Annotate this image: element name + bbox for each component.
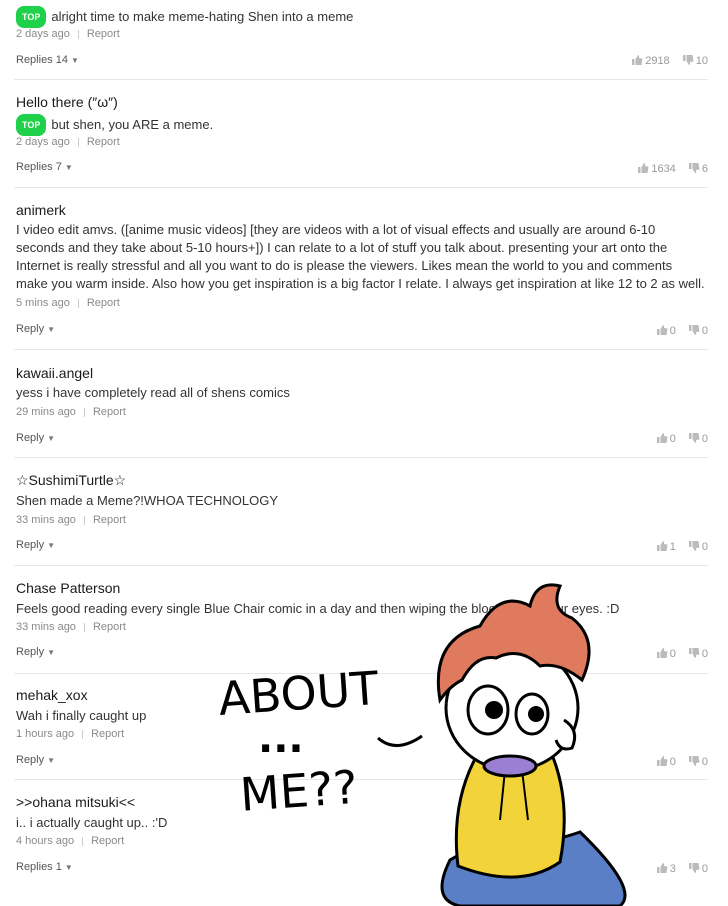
- character-pupil-right: [528, 706, 544, 722]
- replies-button[interactable]: Replies 14 ▼: [16, 54, 79, 66]
- comment-meta: 33 mins ago Report: [16, 621, 126, 633]
- doodle-text-dots: ...: [258, 716, 304, 762]
- chevron-down-icon: ▼: [47, 541, 56, 550]
- reply-button[interactable]: Reply ▼: [16, 646, 55, 658]
- comment-1: TOP alright time to make meme-hating Shen…: [0, 0, 728, 80]
- comment-meta: 4 hours ago Report: [16, 835, 124, 847]
- comment-author[interactable]: animerk: [16, 202, 66, 218]
- comment-time: 1 hours ago: [16, 728, 75, 740]
- votes: 1 0: [647, 541, 708, 553]
- comment-time: 2 days ago: [16, 28, 70, 40]
- report-link[interactable]: Report: [87, 136, 120, 148]
- comment-2: Hello there (″ω″) TOP but shen, you ARE a…: [0, 80, 728, 188]
- comment-text: Shen made a Meme?!WHOA TECHNOLOGY: [16, 493, 279, 508]
- thumbs-down-icon: [682, 55, 694, 65]
- thumbs-down-icon: [688, 541, 700, 551]
- comment-time: 29 mins ago: [16, 406, 76, 418]
- replies-button[interactable]: Replies 1 ▼: [16, 861, 73, 873]
- chevron-down-icon: ▼: [47, 756, 56, 765]
- votes: 1634 6: [628, 163, 708, 175]
- comment-author[interactable]: Chase Patterson: [16, 580, 120, 596]
- comment-author[interactable]: >>ohana mitsuki<<: [16, 794, 135, 810]
- reply-button[interactable]: Reply ▼: [16, 432, 55, 444]
- reply-button[interactable]: Reply ▼: [16, 539, 55, 551]
- top-badge: TOP: [16, 114, 47, 136]
- votes: 0 0: [647, 325, 708, 337]
- dislike-button[interactable]: 0: [688, 541, 708, 553]
- dislike-button[interactable]: 0: [688, 433, 708, 445]
- comment-time: 33 mins ago: [16, 621, 76, 633]
- votes: 2918 10: [622, 55, 708, 67]
- thumbs-down-icon: [688, 433, 700, 443]
- comment-author[interactable]: mehak_xox: [16, 687, 88, 703]
- report-link[interactable]: Report: [87, 28, 120, 40]
- comment-time: 33 mins ago: [16, 514, 76, 526]
- thumbs-up-icon: [656, 541, 668, 551]
- votes: 0 0: [647, 433, 708, 445]
- comment-meta: 33 mins ago Report: [16, 514, 126, 526]
- comment-time: 2 days ago: [16, 136, 70, 148]
- like-button[interactable]: 1: [656, 541, 676, 553]
- comment-3: animerk I video edit amvs. ([anime music…: [0, 188, 728, 350]
- comment-meta: 1 hours ago Report: [16, 728, 124, 740]
- doodle-text-me: ME??: [238, 760, 359, 822]
- comment-text: I video edit amvs. ([anime music videos]…: [16, 222, 705, 291]
- thumbs-up-icon: [638, 163, 649, 173]
- report-link[interactable]: Report: [87, 297, 120, 309]
- report-link[interactable]: Report: [93, 621, 126, 633]
- doodle-illustration: ABOUT ... ME??: [217, 583, 627, 906]
- chevron-down-icon: ▼: [47, 648, 56, 657]
- like-button[interactable]: 0: [656, 325, 676, 337]
- comment-text: yess i have completely read all of shens…: [16, 385, 290, 400]
- comment-author[interactable]: Hello there (″ω″): [16, 94, 118, 110]
- chevron-down-icon: ▼: [47, 434, 56, 443]
- comment-time: 4 hours ago: [16, 835, 75, 847]
- like-button[interactable]: 2918: [632, 55, 670, 67]
- chevron-down-icon: ▼: [70, 56, 79, 65]
- thumbs-down-icon: [688, 163, 700, 173]
- comment-text: but shen, you ARE a meme.: [51, 117, 214, 132]
- chevron-down-icon: ▼: [47, 325, 56, 334]
- comment-text: alright time to make meme-hating Shen in…: [51, 9, 354, 24]
- comment-time: 5 mins ago: [16, 297, 70, 309]
- dislike-button[interactable]: 0: [688, 325, 708, 337]
- chevron-down-icon: ▼: [64, 863, 73, 872]
- comment-meta: 29 mins ago Report: [16, 406, 126, 418]
- reply-button[interactable]: Reply ▼: [16, 754, 55, 766]
- thumbs-down-icon: [688, 325, 700, 335]
- top-badge: TOP: [16, 6, 47, 28]
- comment-meta: 5 mins ago Report: [16, 297, 120, 309]
- thumbs-up-icon: [632, 55, 643, 65]
- report-link[interactable]: Report: [91, 835, 124, 847]
- dislike-button[interactable]: 6: [688, 163, 708, 175]
- like-button[interactable]: 0: [656, 433, 676, 445]
- chevron-down-icon: ▼: [64, 163, 73, 172]
- thumbs-up-icon: [656, 433, 668, 443]
- report-link[interactable]: Report: [93, 514, 126, 526]
- comment-4: kawaii.angel yess i have completely read…: [0, 350, 728, 458]
- dislike-button[interactable]: 10: [682, 55, 708, 67]
- comment-author[interactable]: ☆SushimiTurtle☆: [16, 472, 126, 489]
- report-link[interactable]: Report: [93, 406, 126, 418]
- like-button[interactable]: 1634: [638, 163, 676, 175]
- thumbs-up-icon: [656, 325, 668, 335]
- comment-5: ☆SushimiTurtle☆ Shen made a Meme?!WHOA T…: [0, 458, 728, 566]
- character-mouth: [482, 754, 538, 778]
- comment-meta: 2 days ago Report: [16, 136, 120, 148]
- replies-button[interactable]: Replies 7 ▼: [16, 161, 73, 173]
- comment-author[interactable]: kawaii.angel: [16, 365, 93, 381]
- report-link[interactable]: Report: [91, 728, 124, 740]
- speech-mark: [377, 734, 423, 747]
- character-pupil-left: [485, 701, 503, 719]
- comment-meta: 2 days ago Report: [16, 28, 120, 40]
- reply-button[interactable]: Reply ▼: [16, 323, 55, 335]
